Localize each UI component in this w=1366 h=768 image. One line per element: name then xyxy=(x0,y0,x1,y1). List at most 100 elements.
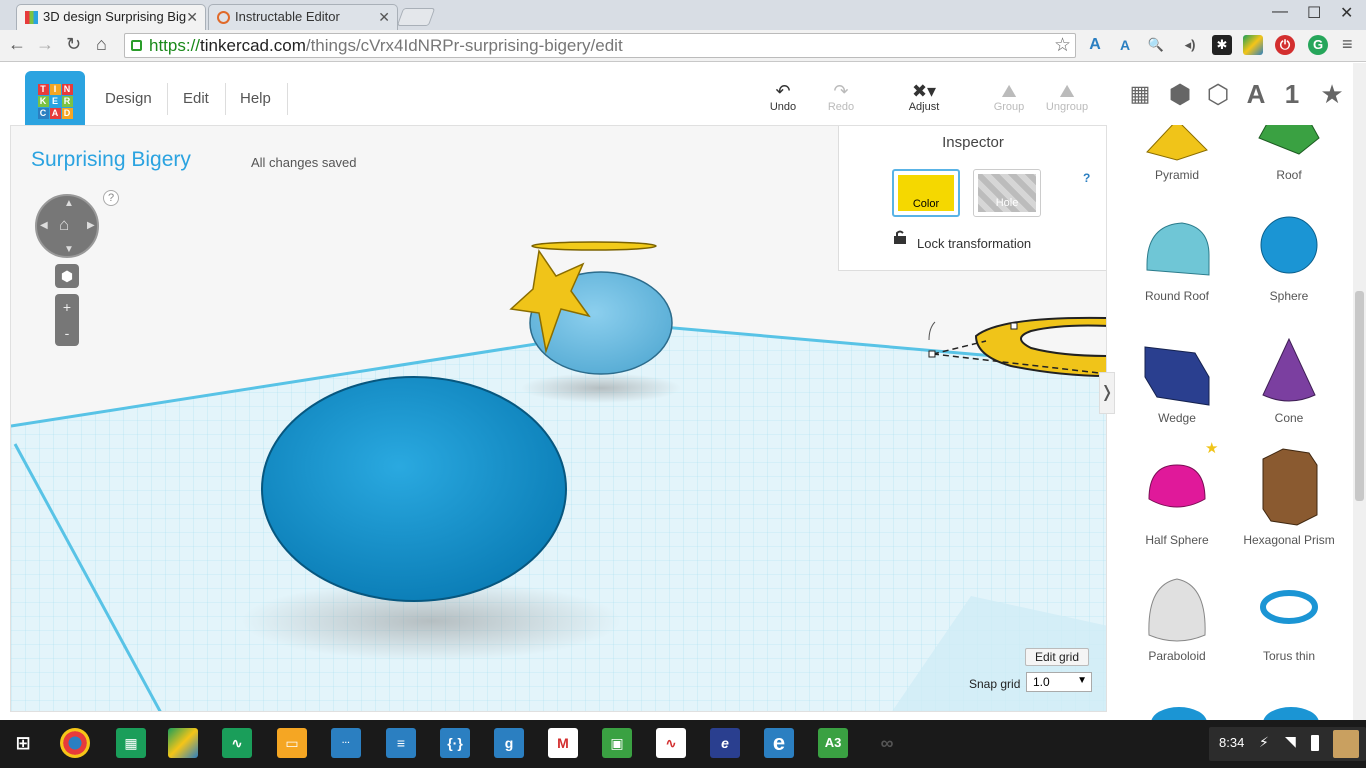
app-icon[interactable]: ··· xyxy=(331,728,361,758)
google-search-icon[interactable]: g xyxy=(494,728,524,758)
redo-button[interactable]: ↷ Redo xyxy=(816,81,866,113)
ortho-view-icon[interactable]: ⬢ xyxy=(55,264,79,288)
tab-instructable[interactable]: Instructable Editor ✕ xyxy=(208,4,398,30)
menu-help[interactable]: Help xyxy=(240,90,271,107)
menu-edit[interactable]: Edit xyxy=(183,90,209,107)
shape-pyramid[interactable]: Pyramid xyxy=(1121,125,1233,182)
gmail-icon[interactable]: M xyxy=(548,728,578,758)
close-window-icon[interactable]: ✕ xyxy=(1340,3,1353,23)
lock-icon[interactable] xyxy=(893,230,907,244)
secure-lock-icon xyxy=(131,40,142,51)
number-category-icon[interactable]: 1 xyxy=(1278,79,1306,109)
sheets-icon[interactable]: ▦ xyxy=(116,728,146,758)
shape-paraboloid[interactable]: Paraboloid xyxy=(1121,575,1233,663)
logo-letter: A xyxy=(49,107,61,119)
color-swatch[interactable]: Color xyxy=(892,169,960,217)
group-button[interactable]: ⛰ Group xyxy=(984,81,1034,113)
forward-icon[interactable]: → xyxy=(36,34,54,55)
zoom-in-text-icon[interactable]: A xyxy=(1085,35,1105,55)
back-icon[interactable]: ← xyxy=(8,34,26,55)
tab-tinkercad[interactable]: 3D design Surprising Big ✕ xyxy=(16,4,206,30)
box-category-icon[interactable]: ⬢ xyxy=(1166,79,1194,109)
url-path: /things/cVrx4IdNRPr-surprising-bigery/ed… xyxy=(305,36,623,55)
app-icon[interactable]: e xyxy=(710,728,740,758)
halo-ring[interactable] xyxy=(531,241,657,251)
grammar-extension-icon[interactable]: G xyxy=(1308,35,1328,55)
tinkercad-logo[interactable]: T I N K E R C A D xyxy=(25,71,85,131)
minimize-icon[interactable]: — xyxy=(1272,3,1288,21)
bookmark-star-icon[interactable]: ☆ xyxy=(1054,34,1071,57)
view-cube-nav[interactable]: ▲ ▼ ◀ ▶ ⌂ xyxy=(35,194,99,258)
docs-icon[interactable]: ≡ xyxy=(386,728,416,758)
app-icon[interactable]: ∞ xyxy=(872,728,902,758)
favorite-star-icon[interactable]: ★ xyxy=(1205,439,1218,457)
hole-swatch[interactable]: Hole xyxy=(973,169,1041,217)
adjust-button[interactable]: ✖▾ Adjust xyxy=(899,81,949,113)
shape-torus-thin[interactable]: Torus thin xyxy=(1233,575,1345,663)
home-view-icon[interactable]: ⌂ xyxy=(59,215,69,235)
app-launcher-icon[interactable]: ⊞ xyxy=(8,728,38,758)
text-category-icon[interactable]: A xyxy=(1242,79,1270,109)
shape-half-sphere[interactable]: Half Sphere xyxy=(1121,459,1233,547)
shape-label: Cone xyxy=(1274,411,1304,425)
favorites-category-icon[interactable]: ★ xyxy=(1318,79,1346,109)
chrome-menu-icon[interactable]: ≡ xyxy=(1342,34,1353,55)
code-icon[interactable]: {·} xyxy=(440,728,470,758)
selection-handle[interactable] xyxy=(1010,322,1018,330)
logo-letter: I xyxy=(49,83,61,95)
record-extension-icon[interactable]: ⏻ xyxy=(1275,35,1295,55)
undo-button[interactable]: ↶ Undo xyxy=(758,81,808,113)
shape-label: Sphere xyxy=(1269,289,1309,303)
menu-design[interactable]: Design xyxy=(105,90,152,107)
design-title[interactable]: Surprising Bigery xyxy=(31,148,191,172)
drive-icon[interactable] xyxy=(168,728,198,758)
chart-app-icon[interactable]: ∿ xyxy=(656,728,686,758)
collapse-panel-icon[interactable]: ❭ xyxy=(1099,372,1115,414)
close-tab-icon[interactable]: ✕ xyxy=(186,5,198,29)
shape-sphere[interactable]: Sphere xyxy=(1233,215,1345,303)
edit-grid-button[interactable]: Edit grid xyxy=(1025,648,1090,666)
big-blue-sphere[interactable] xyxy=(261,376,567,602)
pan-up-icon[interactable]: ▲ xyxy=(64,198,74,209)
home-icon[interactable]: ⌂ xyxy=(96,34,107,55)
google-drive-icon[interactable] xyxy=(1243,35,1263,55)
grid-category-icon[interactable]: ▦ xyxy=(1126,79,1154,109)
shape-wedge[interactable]: Wedge xyxy=(1121,337,1233,425)
graph-app-icon[interactable]: ∿ xyxy=(222,728,252,758)
shape-hexagonal-prism[interactable]: Hexagonal Prism xyxy=(1233,447,1345,547)
inspector-help-icon[interactable]: ? xyxy=(1083,171,1090,185)
speaker-icon[interactable]: ◂) xyxy=(1180,35,1200,55)
reload-icon[interactable]: ↻ xyxy=(66,34,81,55)
zoom-out-text-icon[interactable]: A xyxy=(1115,35,1135,55)
slides-icon[interactable]: ▭ xyxy=(277,728,307,758)
address-bar[interactable]: https://tinkercad.com/things/cVrx4IdNRPr… xyxy=(124,33,1076,58)
puzzle-extension-icon[interactable]: ✱ xyxy=(1212,35,1232,55)
pan-down-icon[interactable]: ▼ xyxy=(64,244,74,255)
chrome-icon[interactable] xyxy=(60,728,90,758)
zoom-in-icon[interactable]: + xyxy=(55,294,79,320)
classroom-icon[interactable]: ▣ xyxy=(602,728,632,758)
shape-roof[interactable]: Roof xyxy=(1233,125,1345,182)
app-icon[interactable]: A3 xyxy=(818,728,848,758)
ungroup-button[interactable]: ⛰ Ungroup xyxy=(1042,81,1092,113)
system-tray[interactable]: 8:34 ⚡ ◥ xyxy=(1209,727,1366,761)
new-tab-button[interactable] xyxy=(396,8,436,26)
shape-round-roof[interactable]: Round Roof xyxy=(1121,215,1233,303)
wireframe-category-icon[interactable]: ⬡ xyxy=(1204,79,1232,109)
search-tool-icon[interactable]: 🔍 xyxy=(1146,35,1166,55)
maximize-icon[interactable]: ☐ xyxy=(1307,3,1321,23)
shape-cone[interactable]: Cone xyxy=(1233,337,1345,425)
pan-left-icon[interactable]: ◀ xyxy=(40,220,48,231)
snap-grid-select[interactable]: 1.0 ▼ xyxy=(1026,672,1092,692)
app-icon[interactable]: e xyxy=(764,728,794,758)
scroll-thumb[interactable] xyxy=(1355,291,1364,501)
lock-transformation-label[interactable]: Lock transformation xyxy=(917,236,1031,251)
workplane[interactable]: Surprising Bigery All changes saved ▲ ▼ … xyxy=(10,125,1107,712)
zoom-out-icon[interactable]: - xyxy=(55,320,79,346)
pan-right-icon[interactable]: ▶ xyxy=(87,220,95,231)
shapes-scrollbar[interactable] xyxy=(1353,63,1366,720)
close-tab-icon[interactable]: ✕ xyxy=(378,5,390,29)
nav-help-icon[interactable]: ? xyxy=(103,190,119,206)
rotate-handle[interactable] xyxy=(928,321,936,341)
selection-handle[interactable] xyxy=(928,350,936,358)
